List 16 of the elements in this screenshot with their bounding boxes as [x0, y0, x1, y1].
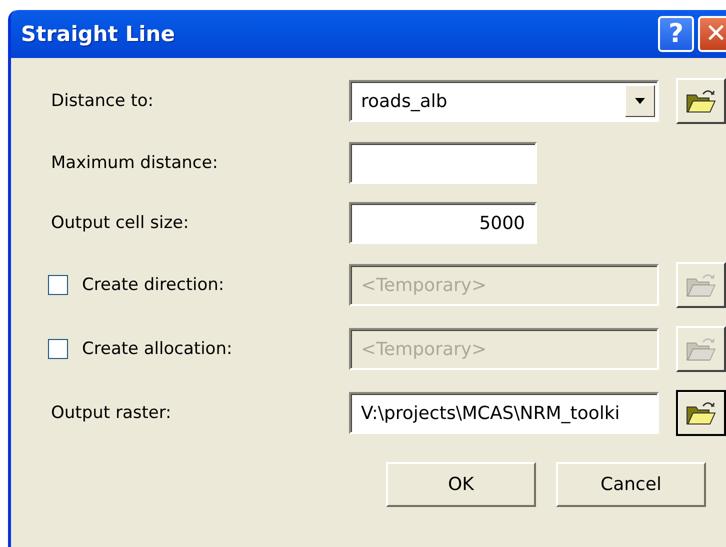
close-button[interactable]: ✕ — [698, 16, 726, 52]
input-field[interactable]: V:\projects\MCAS\NRM_toolki — [349, 392, 659, 434]
browse-button[interactable] — [676, 390, 726, 436]
field-label: Create allocation: — [82, 339, 232, 359]
field-label: Maximum distance: — [51, 153, 218, 173]
dialog-button[interactable]: OK — [386, 462, 536, 507]
input-field[interactable]: 5000 — [349, 202, 537, 244]
window-title: Straight Line — [21, 22, 176, 46]
dropdown[interactable]: roads_alb — [349, 80, 659, 122]
help-button[interactable]: ? — [658, 16, 694, 52]
field-label: Output raster: — [51, 403, 172, 423]
field-label: Create direction: — [82, 275, 224, 295]
input-field[interactable] — [349, 142, 537, 184]
field-label: Output cell size: — [51, 213, 189, 233]
dialog-button[interactable]: Cancel — [556, 462, 706, 507]
field-label: Distance to: — [51, 91, 154, 111]
